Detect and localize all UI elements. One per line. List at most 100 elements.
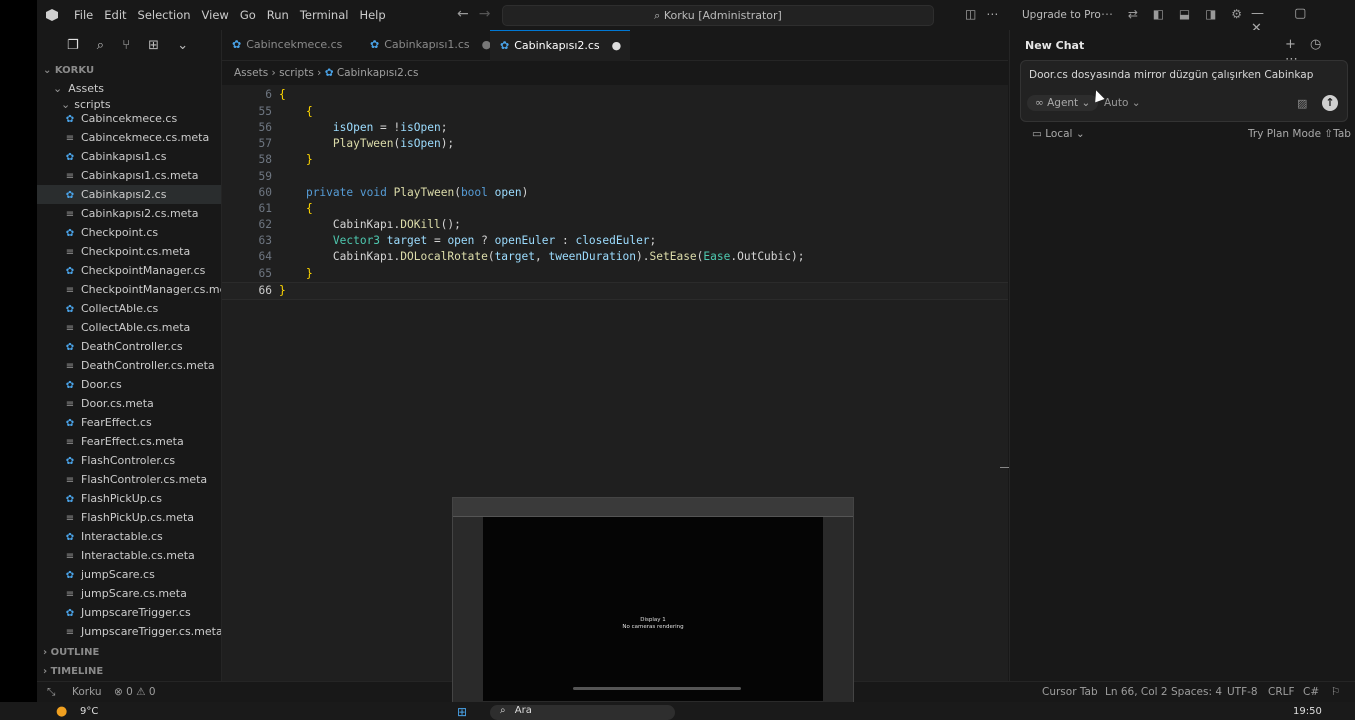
code-line[interactable]: 6{ [222, 87, 1008, 103]
file-tree-item[interactable]: ≡ CheckpointManager.cs.meta [37, 280, 221, 299]
toggle-secondary-sidebar-icon[interactable]: ◨ [1205, 7, 1216, 21]
unsaved-dot-icon[interactable]: ● [612, 39, 622, 52]
code-line[interactable]: 61 { [222, 201, 1008, 217]
file-tree-item[interactable]: ≡ Interactable.cs.meta [37, 546, 221, 565]
file-tree-item[interactable]: ✿ FlashControler.cs [37, 451, 221, 470]
folder-assets[interactable]: ⌄ Assets [37, 79, 221, 98]
file-tree-item[interactable]: ✿ jumpScare.cs [37, 565, 221, 584]
code-line[interactable]: 57 PlayTween(isOpen); [222, 136, 1008, 152]
status-language[interactable]: C# [1303, 682, 1319, 702]
local-dropdown[interactable]: ▭ Local ⌄ [1032, 128, 1085, 140]
sync-icon[interactable]: ⇄ [1128, 7, 1138, 21]
code-line[interactable]: 64 CabinKapı.DOLocalRotate(target, tween… [222, 249, 1008, 265]
menu-view[interactable]: View [202, 8, 237, 22]
start-icon[interactable]: ⊞ [457, 705, 467, 719]
weather-temp[interactable]: 9°C [80, 706, 98, 717]
toggle-sidebar-icon[interactable]: ◧ [1153, 7, 1164, 21]
settings-gear-icon[interactable]: ⚙ [1231, 7, 1242, 21]
file-tree-item[interactable]: ✿ Door.cs [37, 375, 221, 394]
file-tree-item[interactable]: ✿ FearEffect.cs [37, 413, 221, 432]
more-actions-icon[interactable]: ⋯ [986, 7, 998, 21]
file-tree-item[interactable]: ✿ Cabinkapısı2.cs [37, 185, 221, 204]
code-line[interactable]: 62 CabinKapı.DOKill(); [222, 217, 1008, 233]
menu-edit[interactable]: Edit [104, 8, 134, 22]
file-tree-item[interactable]: ≡ Door.cs.meta [37, 394, 221, 413]
file-tree-item[interactable]: ✿ Cabinkapısı1.cs [37, 147, 221, 166]
file-tree-item[interactable]: ✿ JumpscareTrigger.cs [37, 603, 221, 622]
status-spaces[interactable]: Spaces: 4 [1171, 682, 1222, 702]
file-tree-item[interactable]: ✿ CheckpointManager.cs [37, 261, 221, 280]
forward-arrow-icon[interactable]: → [479, 6, 491, 22]
menu-go[interactable]: Go [240, 8, 264, 22]
toggle-panel-icon[interactable]: ⬓ [1179, 7, 1190, 21]
more-icon[interactable]: ⋯ [1101, 7, 1113, 21]
file-tree-item[interactable]: ≡ Cabinkapısı2.cs.meta [37, 204, 221, 223]
file-tree-item[interactable]: ≡ FlashPickUp.cs.meta [37, 508, 221, 527]
chevron-down-icon[interactable]: ⌄ [177, 38, 188, 53]
tab-cabinkapisi2[interactable]: ✿ Cabinkapısı2.cs ● [490, 30, 630, 61]
menu-terminal[interactable]: Terminal [300, 8, 357, 22]
agent-mode-dropdown[interactable]: ∞ Agent ⌄ [1027, 95, 1099, 111]
code-line[interactable]: 66} [222, 282, 1008, 300]
file-tree-item[interactable]: ✿ FlashPickUp.cs [37, 489, 221, 508]
file-tree-item[interactable]: ≡ Cabinkapısı1.cs.meta [37, 166, 221, 185]
file-tree-item[interactable]: ≡ jumpScare.cs.meta [37, 584, 221, 603]
tab-cabinkapisi1[interactable]: ✿ Cabinkapısı1.cs ● [360, 30, 491, 60]
code-line[interactable]: 60 private void PlayTween(bool open) [222, 185, 1008, 201]
code-line[interactable]: 55 { [222, 104, 1008, 120]
status-cursor-tab[interactable]: Cursor Tab [1042, 682, 1098, 702]
model-dropdown[interactable]: Auto ⌄ [1104, 95, 1141, 111]
file-tree-item[interactable]: ≡ Checkpoint.cs.meta [37, 242, 221, 261]
status-encoding[interactable]: UTF-8 [1227, 682, 1258, 702]
maximize-icon[interactable]: ▢ [1294, 6, 1306, 21]
outline-section[interactable]: › OUTLINE [43, 647, 99, 658]
file-tree-item[interactable]: ≡ DeathController.cs.meta [37, 356, 221, 375]
search-icon[interactable]: ⌕ [97, 38, 104, 53]
file-tree-item[interactable]: ✿ Checkpoint.cs [37, 223, 221, 242]
tab-cabincekmece[interactable]: ✿ Cabincekmece.cs [222, 30, 360, 60]
image-attach-icon[interactable]: ▨ [1297, 97, 1307, 110]
split-editor-icon[interactable]: ◫ [965, 7, 976, 21]
menu-help[interactable]: Help [359, 8, 393, 22]
status-project[interactable]: Korku [72, 682, 102, 702]
game-view-window[interactable]: Display 1 No cameras rendering [452, 497, 854, 703]
file-tree-item[interactable]: ≡ CollectAble.cs.meta [37, 318, 221, 337]
breadcrumb-scripts[interactable]: scripts [279, 67, 314, 79]
code-line[interactable]: 56 isOpen = !isOpen; [222, 120, 1008, 136]
menu-selection[interactable]: Selection [138, 8, 199, 22]
file-tree-item[interactable]: ✿ Interactable.cs [37, 527, 221, 546]
game-view-scrollbar[interactable] [573, 687, 741, 690]
file-tree-item[interactable]: ≡ JumpscareTrigger.cs.meta [37, 622, 221, 641]
taskbar-clock[interactable]: 19:50 [1293, 706, 1322, 717]
minimize-icon[interactable]: — [1251, 6, 1264, 21]
menu-run[interactable]: Run [267, 8, 297, 22]
remote-icon[interactable]: ⤡ [47, 682, 55, 702]
send-button[interactable]: ↑ [1322, 95, 1338, 111]
breadcrumb-assets[interactable]: Assets [234, 67, 268, 79]
menu-file[interactable]: File [74, 8, 101, 22]
file-tree-item[interactable]: ✿ CollectAble.cs [37, 299, 221, 318]
breadcrumb-file[interactable]: Cabinkapısı2.cs [337, 67, 419, 79]
history-icon[interactable]: ◷ [1310, 37, 1321, 52]
chat-input[interactable]: Door.cs dosyasında mirror düzgün çalışır… [1029, 69, 1313, 81]
back-arrow-icon[interactable]: ← [457, 6, 469, 22]
workspace-root[interactable]: ⌄ KORKU [43, 65, 94, 76]
file-tree-item[interactable]: ≡ FearEffect.cs.meta [37, 432, 221, 451]
file-tree-item[interactable]: ≡ Cabincekmece.cs.meta [37, 128, 221, 147]
try-plan-mode[interactable]: Try Plan Mode ⇧Tab [1248, 128, 1351, 140]
new-chat-plus-icon[interactable]: + [1285, 37, 1296, 52]
file-tree-item[interactable]: ✿ Cabincekmece.cs [37, 109, 221, 128]
status-eol[interactable]: CRLF [1268, 682, 1295, 702]
file-tree-item[interactable]: ≡ FlashControler.cs.meta [37, 470, 221, 489]
explorer-icon[interactable]: ❐ [67, 38, 79, 53]
command-center-search[interactable]: ⌕ Korku [Administrator] [502, 5, 934, 26]
notifications-bell-icon[interactable]: ⚐ [1331, 682, 1340, 702]
upgrade-button[interactable]: Upgrade to Pro [1022, 9, 1101, 21]
status-position[interactable]: Ln 66, Col 2 [1105, 682, 1168, 702]
taskbar-search[interactable]: ⌕ Ara [490, 705, 675, 720]
code-line[interactable]: 63 Vector3 target = open ? openEuler : c… [222, 233, 1008, 249]
code-line[interactable]: 65 } [222, 266, 1008, 282]
file-tree-item[interactable]: ✿ DeathController.cs [37, 337, 221, 356]
extensions-icon[interactable]: ⊞ [148, 38, 159, 53]
source-control-icon[interactable]: ⑂ [122, 38, 130, 53]
